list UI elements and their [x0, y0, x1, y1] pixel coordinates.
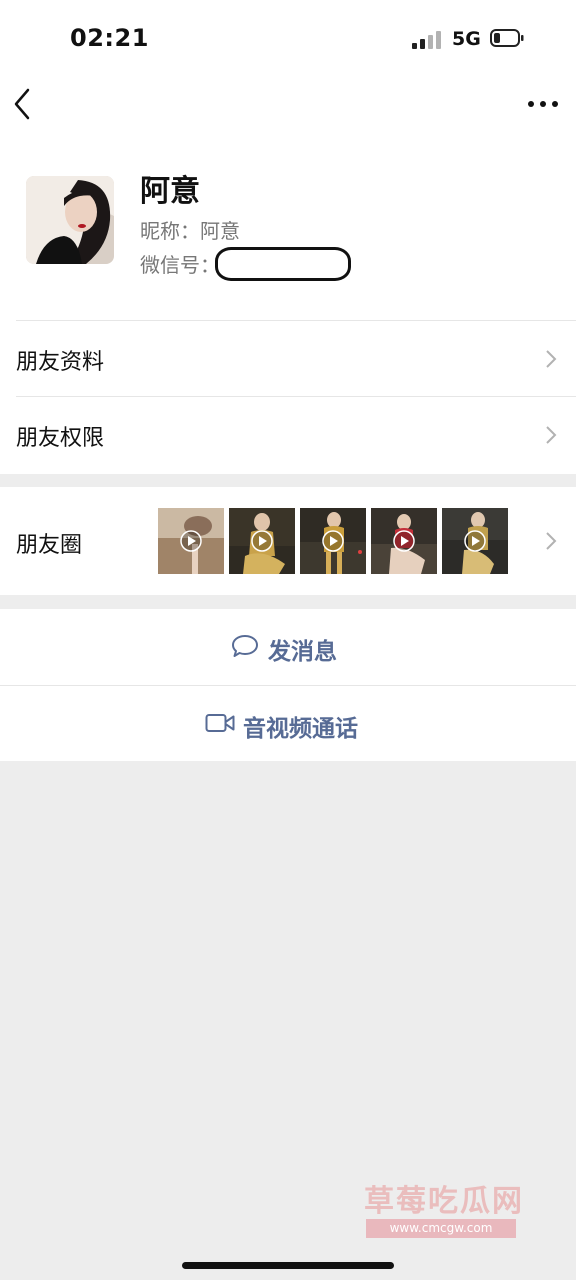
back-button[interactable] [10, 84, 38, 124]
redacted-wechat-id [215, 247, 351, 281]
send-message-button[interactable]: 发消息 [0, 609, 576, 685]
contact-name: 阿意 [140, 174, 200, 209]
home-indicator[interactable] [182, 1262, 394, 1269]
more-options-button[interactable] [524, 92, 562, 116]
friend-info-label: 朋友资料 [16, 350, 105, 375]
status-time: 02:21 [70, 24, 149, 52]
network-type: 5G [452, 28, 481, 50]
video-call-button[interactable]: 音视频通话 [0, 686, 576, 761]
chevron-right-icon [546, 532, 557, 550]
play-icon [251, 530, 273, 552]
play-icon [322, 530, 344, 552]
chevron-right-icon [546, 426, 557, 444]
video-call-label: 音视频通话 [243, 716, 358, 742]
play-icon [180, 530, 202, 552]
friend-permissions-label: 朋友权限 [16, 426, 105, 451]
friend-permissions-row[interactable]: 朋友权限 [0, 397, 576, 473]
moments-thumbnail[interactable] [229, 508, 295, 574]
signal-strength-icon [412, 29, 444, 49]
moments-thumbnail[interactable] [300, 508, 366, 574]
moments-thumbnail[interactable] [158, 508, 224, 574]
watermark-url: www.cmcgw.com [366, 1219, 516, 1238]
wechat-id-label: 微信号： [140, 253, 220, 277]
watermark-title: 草莓吃瓜网 [364, 1184, 524, 1219]
contact-nickname: 昵称：阿意 [140, 219, 240, 243]
avatar-photo [26, 176, 114, 264]
play-icon [393, 530, 415, 552]
send-message-label: 发消息 [268, 639, 337, 665]
battery-icon [490, 29, 524, 47]
chat-bubble-icon [232, 635, 258, 657]
chevron-right-icon [546, 350, 557, 368]
moments-thumbnail[interactable] [442, 508, 508, 574]
friend-info-row[interactable]: 朋友资料 [0, 321, 576, 396]
play-icon [464, 530, 486, 552]
moments-label: 朋友圈 [16, 533, 83, 558]
video-camera-icon [205, 714, 235, 732]
avatar[interactable] [26, 176, 114, 264]
moments-thumbnail[interactable] [371, 508, 437, 574]
